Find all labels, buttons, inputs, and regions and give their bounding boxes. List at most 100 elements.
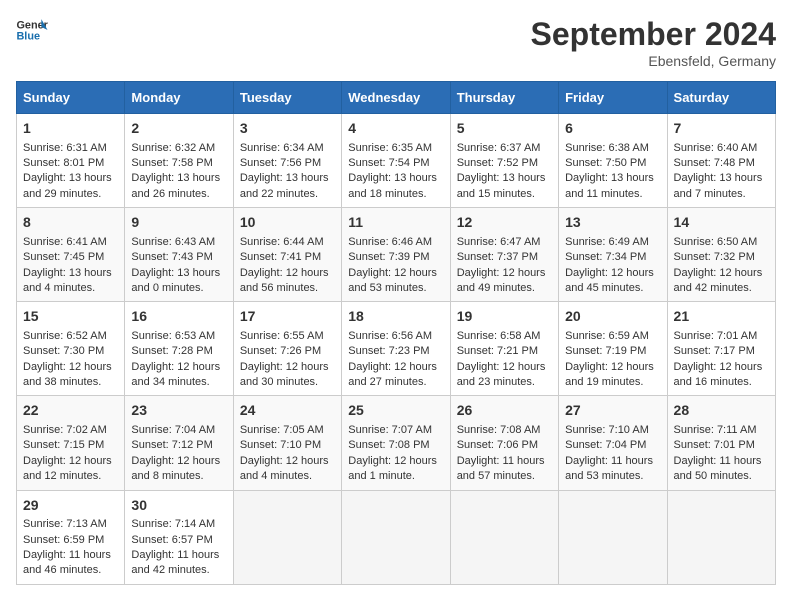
day-info-line: Daylight: 13 hours [457,171,552,186]
day-info-line: Daylight: 12 hours [348,266,443,281]
day-info-line: Sunset: 7:01 PM [674,438,769,453]
day-info-line: Sunset: 7:50 PM [565,156,660,171]
day-info-line: Daylight: 12 hours [23,360,118,375]
day-info-line: Daylight: 12 hours [674,266,769,281]
day-info-line: Sunrise: 7:11 AM [674,423,769,438]
day-number: 19 [457,307,552,327]
day-info-line: and 42 minutes. [674,281,769,296]
day-number: 17 [240,307,335,327]
day-info-line: Daylight: 13 hours [131,266,226,281]
day-number: 13 [565,213,660,233]
day-info-line: Sunset: 7:23 PM [348,344,443,359]
day-info-line: Daylight: 12 hours [565,266,660,281]
day-info-line: and 42 minutes. [131,563,226,578]
day-info-line: and 18 minutes. [348,187,443,202]
day-info-line: and 19 minutes. [565,375,660,390]
day-info-line: and 46 minutes. [23,563,118,578]
day-info-line: and 12 minutes. [23,469,118,484]
day-info-line: Daylight: 11 hours [457,454,552,469]
day-info-line: and 53 minutes. [565,469,660,484]
day-info-line: Daylight: 12 hours [131,454,226,469]
day-info-line: Sunrise: 7:13 AM [23,517,118,532]
day-info-line: Sunset: 7:56 PM [240,156,335,171]
day-number: 26 [457,401,552,421]
day-info-line: Daylight: 13 hours [23,266,118,281]
day-info-line: Sunset: 7:30 PM [23,344,118,359]
day-info-line: Sunrise: 6:55 AM [240,329,335,344]
day-info-line: Sunrise: 6:49 AM [565,235,660,250]
day-info-line: Sunrise: 7:01 AM [674,329,769,344]
day-info-line: Sunrise: 6:40 AM [674,141,769,156]
day-info-line: Sunrise: 7:07 AM [348,423,443,438]
svg-text:Blue: Blue [16,30,40,42]
day-info-line: Sunset: 7:19 PM [565,344,660,359]
day-info-line: Sunset: 7:58 PM [131,156,226,171]
day-info-line: Sunrise: 6:50 AM [674,235,769,250]
day-info-line: Sunset: 7:37 PM [457,250,552,265]
day-header-wednesday: Wednesday [342,82,450,114]
day-info-line: Daylight: 12 hours [457,266,552,281]
day-number: 6 [565,119,660,139]
day-number: 28 [674,401,769,421]
day-number: 12 [457,213,552,233]
calendar-cell [559,490,667,584]
day-info-line: and 53 minutes. [348,281,443,296]
day-info-line: Sunset: 7:26 PM [240,344,335,359]
day-info-line: Sunrise: 6:47 AM [457,235,552,250]
day-info-line: Sunset: 7:04 PM [565,438,660,453]
calendar-cell: 18Sunrise: 6:56 AMSunset: 7:23 PMDayligh… [342,302,450,396]
day-info-line: Sunset: 7:34 PM [565,250,660,265]
calendar-cell: 24Sunrise: 7:05 AMSunset: 7:10 PMDayligh… [233,396,341,490]
day-info-line: Daylight: 13 hours [131,171,226,186]
day-info-line: and 15 minutes. [457,187,552,202]
day-info-line: Daylight: 11 hours [23,548,118,563]
calendar-table: SundayMondayTuesdayWednesdayThursdayFrid… [16,81,776,585]
day-info-line: Sunrise: 6:52 AM [23,329,118,344]
day-header-sunday: Sunday [17,82,125,114]
calendar-cell: 9Sunrise: 6:43 AMSunset: 7:43 PMDaylight… [125,208,233,302]
calendar-cell: 15Sunrise: 6:52 AMSunset: 7:30 PMDayligh… [17,302,125,396]
day-number: 14 [674,213,769,233]
day-info-line: Daylight: 13 hours [240,171,335,186]
calendar-cell: 10Sunrise: 6:44 AMSunset: 7:41 PMDayligh… [233,208,341,302]
day-info-line: and 26 minutes. [131,187,226,202]
day-info-line: Daylight: 12 hours [457,360,552,375]
day-info-line: Sunrise: 6:53 AM [131,329,226,344]
day-info-line: and 49 minutes. [457,281,552,296]
calendar-body: 1Sunrise: 6:31 AMSunset: 8:01 PMDaylight… [17,114,776,585]
day-info-line: Sunrise: 6:35 AM [348,141,443,156]
calendar-cell: 1Sunrise: 6:31 AMSunset: 8:01 PMDaylight… [17,114,125,208]
day-info-line: and 45 minutes. [565,281,660,296]
day-info-line: Sunrise: 6:37 AM [457,141,552,156]
calendar-cell: 17Sunrise: 6:55 AMSunset: 7:26 PMDayligh… [233,302,341,396]
day-info-line: Sunset: 7:15 PM [23,438,118,453]
week-row-5: 29Sunrise: 7:13 AMSunset: 6:59 PMDayligh… [17,490,776,584]
title-block: September 2024 Ebensfeld, Germany [531,16,776,69]
day-info-line: Sunset: 7:28 PM [131,344,226,359]
location: Ebensfeld, Germany [531,53,776,69]
day-info-line: Sunrise: 7:10 AM [565,423,660,438]
day-number: 8 [23,213,118,233]
day-info-line: Sunrise: 7:05 AM [240,423,335,438]
day-info-line: Sunrise: 6:56 AM [348,329,443,344]
day-info-line: Daylight: 13 hours [565,171,660,186]
day-info-line: Sunset: 7:48 PM [674,156,769,171]
logo-icon: General Blue [16,16,48,44]
day-info-line: and 56 minutes. [240,281,335,296]
day-info-line: and 4 minutes. [23,281,118,296]
day-info-line: Sunset: 7:17 PM [674,344,769,359]
page-header: General Blue September 2024 Ebensfeld, G… [16,16,776,69]
day-info-line: Sunset: 7:32 PM [674,250,769,265]
day-info-line: and 11 minutes. [565,187,660,202]
day-number: 11 [348,213,443,233]
day-info-line: Sunset: 7:45 PM [23,250,118,265]
day-info-line: Sunrise: 7:04 AM [131,423,226,438]
day-info-line: Sunrise: 6:32 AM [131,141,226,156]
day-info-line: Sunrise: 6:46 AM [348,235,443,250]
day-info-line: Sunrise: 6:38 AM [565,141,660,156]
day-info-line: and 38 minutes. [23,375,118,390]
day-number: 1 [23,119,118,139]
logo: General Blue [16,16,48,44]
day-info-line: Daylight: 13 hours [23,171,118,186]
day-info-line: Sunset: 7:54 PM [348,156,443,171]
